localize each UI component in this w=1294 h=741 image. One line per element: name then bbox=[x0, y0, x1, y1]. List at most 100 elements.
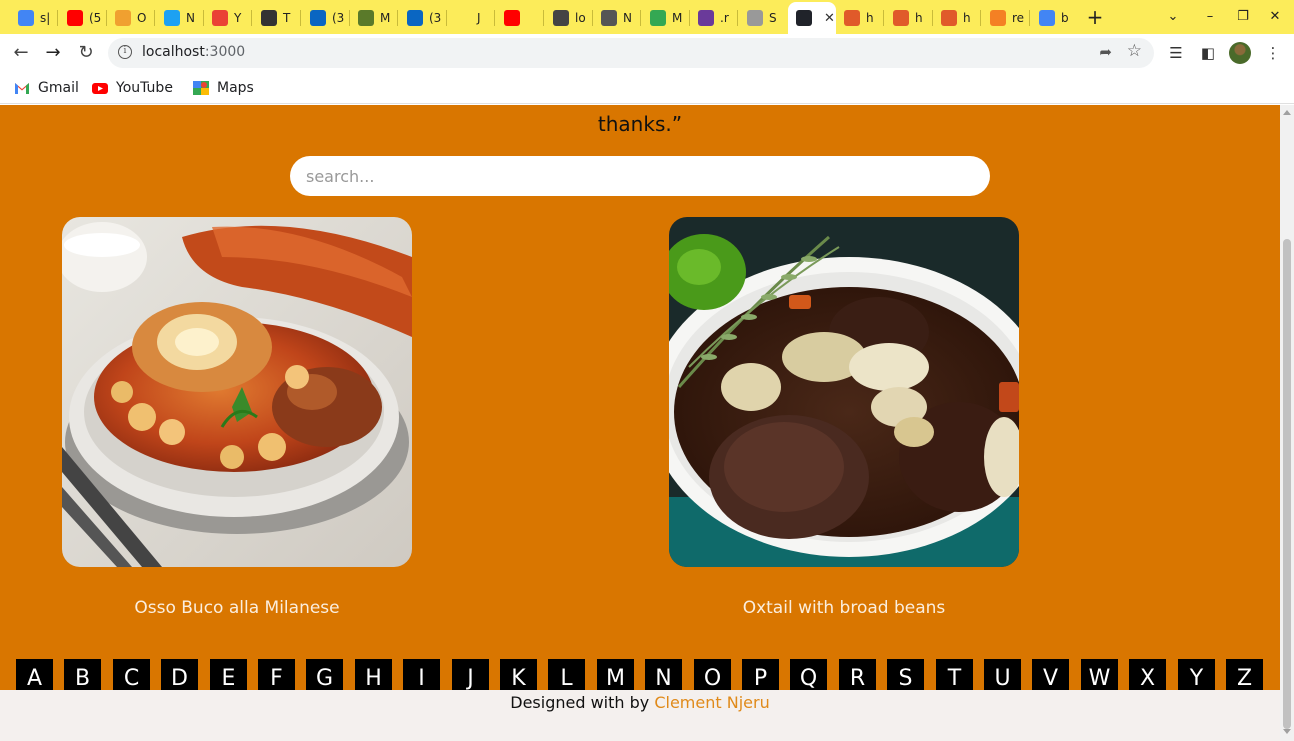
browser-tab[interactable]: s| bbox=[10, 4, 54, 32]
tab-label: N bbox=[186, 11, 195, 25]
tab-label: .r bbox=[720, 11, 729, 25]
tab-favicon-icon bbox=[504, 10, 520, 26]
browser-tab[interactable]: M bbox=[642, 4, 686, 32]
tab-search-chevron-icon[interactable]: ⌄ bbox=[1162, 6, 1184, 28]
tab-favicon-icon bbox=[601, 10, 617, 26]
tab-favicon-icon bbox=[261, 10, 277, 26]
tab-separator bbox=[300, 10, 301, 26]
bookmark-youtube[interactable]: YouTube bbox=[92, 78, 173, 98]
tab-separator bbox=[154, 10, 155, 26]
browser-toolbar: ← → ↻ i localhost:3000 ➦ ☆ ☰ ◧ ⋮ bbox=[0, 34, 1294, 72]
tab-label: M bbox=[672, 11, 683, 25]
tab-favicon-icon bbox=[1039, 10, 1055, 26]
tab-separator bbox=[397, 10, 398, 26]
tab-separator bbox=[980, 10, 981, 26]
page-footer: Designed with by Clement Njeru bbox=[0, 690, 1280, 741]
browser-tab[interactable]: Y bbox=[204, 4, 248, 32]
tab-favicon-icon bbox=[115, 10, 131, 26]
new-tab-button[interactable]: + bbox=[1084, 6, 1106, 28]
tab-close-icon[interactable]: ✕ bbox=[824, 11, 835, 26]
tab-label: Y bbox=[234, 11, 242, 25]
tab-label: O bbox=[137, 11, 147, 25]
tab-favicon-icon bbox=[358, 10, 374, 26]
reload-icon[interactable]: ↻ bbox=[73, 40, 99, 66]
tab-favicon-icon bbox=[893, 10, 909, 26]
browser-tab[interactable]: (5 bbox=[59, 4, 103, 32]
meal-title-oxtail[interactable]: Oxtail with broad beans bbox=[669, 598, 1019, 618]
browser-tab[interactable]: N bbox=[156, 4, 200, 32]
restore-icon[interactable]: ❐ bbox=[1232, 6, 1254, 28]
tab-label: b bbox=[1061, 11, 1069, 25]
browser-tab[interactable]: (3 bbox=[399, 4, 443, 32]
profile-avatar[interactable] bbox=[1229, 42, 1251, 64]
forward-arrow-icon[interactable]: → bbox=[40, 40, 66, 66]
gmail-icon bbox=[14, 81, 30, 95]
scrollbar[interactable] bbox=[1280, 105, 1294, 741]
page-viewport: thanks.” search... Osso Buco alla Milane… bbox=[0, 105, 1280, 741]
menu-dots-icon[interactable]: ⋮ bbox=[1262, 42, 1284, 64]
url-text[interactable]: localhost:3000 bbox=[142, 44, 245, 60]
tab-favicon-icon bbox=[67, 10, 83, 26]
share-icon[interactable]: ➦ bbox=[1099, 43, 1112, 61]
browser-tab[interactable]: T bbox=[253, 4, 297, 32]
tab-favicon-icon bbox=[553, 10, 569, 26]
browser-tab[interactable]: N bbox=[593, 4, 637, 32]
browser-tab[interactable]: J bbox=[447, 4, 491, 32]
meal-title-osso-buco[interactable]: Osso Buco alla Milanese bbox=[62, 598, 412, 618]
address-bar[interactable]: i localhost:3000 ➦ ☆ bbox=[108, 38, 1154, 68]
browser-tab[interactable]: O bbox=[107, 4, 151, 32]
maps-icon bbox=[193, 81, 209, 95]
tab-label: (5 bbox=[89, 11, 102, 25]
search-input[interactable] bbox=[290, 156, 990, 196]
bookmark-star-icon[interactable]: ☆ bbox=[1127, 41, 1142, 61]
tab-separator bbox=[1029, 10, 1030, 26]
browser-tab[interactable]: S bbox=[739, 4, 783, 32]
tab-label: N bbox=[623, 11, 632, 25]
footer-author-link[interactable]: Clement Njeru bbox=[654, 693, 769, 712]
tab-favicon-icon bbox=[164, 10, 180, 26]
browser-tab[interactable]: h bbox=[885, 4, 929, 32]
footer-prefix: Designed with by bbox=[510, 693, 650, 712]
back-arrow-icon[interactable]: ← bbox=[8, 40, 34, 66]
tab-favicon-icon bbox=[212, 10, 228, 26]
browser-tab[interactable]: ✕ bbox=[788, 2, 836, 34]
tab-separator bbox=[494, 10, 495, 26]
scrollbar-thumb[interactable] bbox=[1283, 239, 1291, 729]
browser-tab[interactable]: h bbox=[933, 4, 977, 32]
bookmark-maps[interactable]: Maps bbox=[193, 78, 254, 98]
browser-tab[interactable]: b bbox=[1031, 4, 1075, 32]
tab-favicon-icon bbox=[455, 10, 471, 26]
tab-label: (3 bbox=[429, 11, 442, 25]
tab-favicon-icon bbox=[407, 10, 423, 26]
site-info-icon[interactable]: i bbox=[118, 45, 132, 59]
browser-tab[interactable] bbox=[496, 4, 540, 32]
tab-separator bbox=[640, 10, 641, 26]
meal-image-osso-buco[interactable] bbox=[62, 217, 412, 567]
browser-tab[interactable]: lo bbox=[545, 4, 589, 32]
tab-label: h bbox=[866, 11, 874, 25]
minimize-icon[interactable]: – bbox=[1199, 6, 1221, 28]
reading-list-icon[interactable]: ☰ bbox=[1165, 42, 1187, 64]
browser-tab[interactable]: M bbox=[350, 4, 394, 32]
tab-favicon-icon bbox=[698, 10, 714, 26]
tab-favicon-icon bbox=[747, 10, 763, 26]
scroll-up-arrow-icon[interactable] bbox=[1283, 110, 1291, 115]
tab-strip: s| (5 O N Y T (3 M (3 Jlo N M .r S ✕ h h h re b + ⌄ – ❐ ✕ bbox=[0, 0, 1294, 34]
browser-tab[interactable]: re bbox=[982, 4, 1026, 32]
tab-separator bbox=[883, 10, 884, 26]
tab-favicon-icon bbox=[796, 10, 812, 26]
meal-image-oxtail[interactable] bbox=[669, 217, 1019, 567]
close-window-icon[interactable]: ✕ bbox=[1264, 6, 1286, 28]
tab-separator bbox=[543, 10, 544, 26]
side-panel-icon[interactable]: ◧ bbox=[1197, 42, 1219, 64]
tab-separator bbox=[737, 10, 738, 26]
quote-text: thanks.” bbox=[597, 112, 683, 136]
scroll-down-arrow-icon[interactable] bbox=[1283, 729, 1291, 734]
tab-separator bbox=[251, 10, 252, 26]
browser-tab[interactable]: (3 bbox=[302, 4, 346, 32]
browser-tab[interactable]: .r bbox=[690, 4, 734, 32]
tab-label: lo bbox=[575, 11, 586, 25]
tab-favicon-icon bbox=[941, 10, 957, 26]
browser-tab[interactable]: h bbox=[836, 4, 880, 32]
bookmark-gmail[interactable]: Gmail bbox=[14, 78, 79, 98]
